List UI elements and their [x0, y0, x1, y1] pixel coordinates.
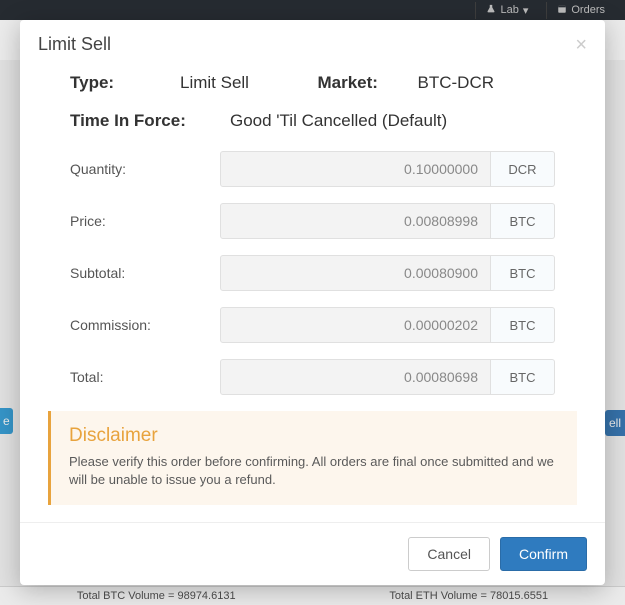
tif-value: Good 'Til Cancelled (Default)	[230, 111, 555, 131]
confirm-button[interactable]: Confirm	[500, 537, 587, 571]
modal-footer: Cancel Confirm	[20, 522, 605, 585]
modal-header: Limit Sell ×	[20, 20, 605, 67]
price-unit: BTC	[491, 203, 555, 239]
subtotal-label: Subtotal:	[70, 265, 220, 281]
modal-title: Limit Sell	[38, 34, 111, 55]
tif-label: Time In Force:	[70, 111, 230, 131]
type-label: Type:	[70, 73, 180, 93]
quantity-label: Quantity:	[70, 161, 220, 177]
subtotal-unit: BTC	[491, 255, 555, 291]
commission-input[interactable]	[220, 307, 491, 343]
quantity-unit: DCR	[491, 151, 555, 187]
subtotal-input[interactable]	[220, 255, 491, 291]
quantity-input[interactable]	[220, 151, 491, 187]
commission-unit: BTC	[491, 307, 555, 343]
total-unit: BTC	[491, 359, 555, 395]
modal-body: Type: Limit Sell Market: BTC-DCR Time In…	[20, 67, 605, 522]
limit-sell-modal: Limit Sell × Type: Limit Sell Market: BT…	[20, 20, 605, 585]
market-label: Market:	[318, 73, 418, 93]
total-input[interactable]	[220, 359, 491, 395]
disclaimer-text: Please verify this order before confirmi…	[69, 453, 559, 489]
price-label: Price:	[70, 213, 220, 229]
close-icon[interactable]: ×	[575, 35, 587, 55]
total-label: Total:	[70, 369, 220, 385]
price-input[interactable]	[220, 203, 491, 239]
disclaimer-title: Disclaimer	[69, 425, 559, 447]
cancel-button[interactable]: Cancel	[408, 537, 490, 571]
commission-label: Commission:	[70, 317, 220, 333]
disclaimer-box: Disclaimer Please verify this order befo…	[48, 411, 577, 505]
type-value: Limit Sell	[180, 73, 318, 93]
market-value: BTC-DCR	[418, 73, 556, 93]
